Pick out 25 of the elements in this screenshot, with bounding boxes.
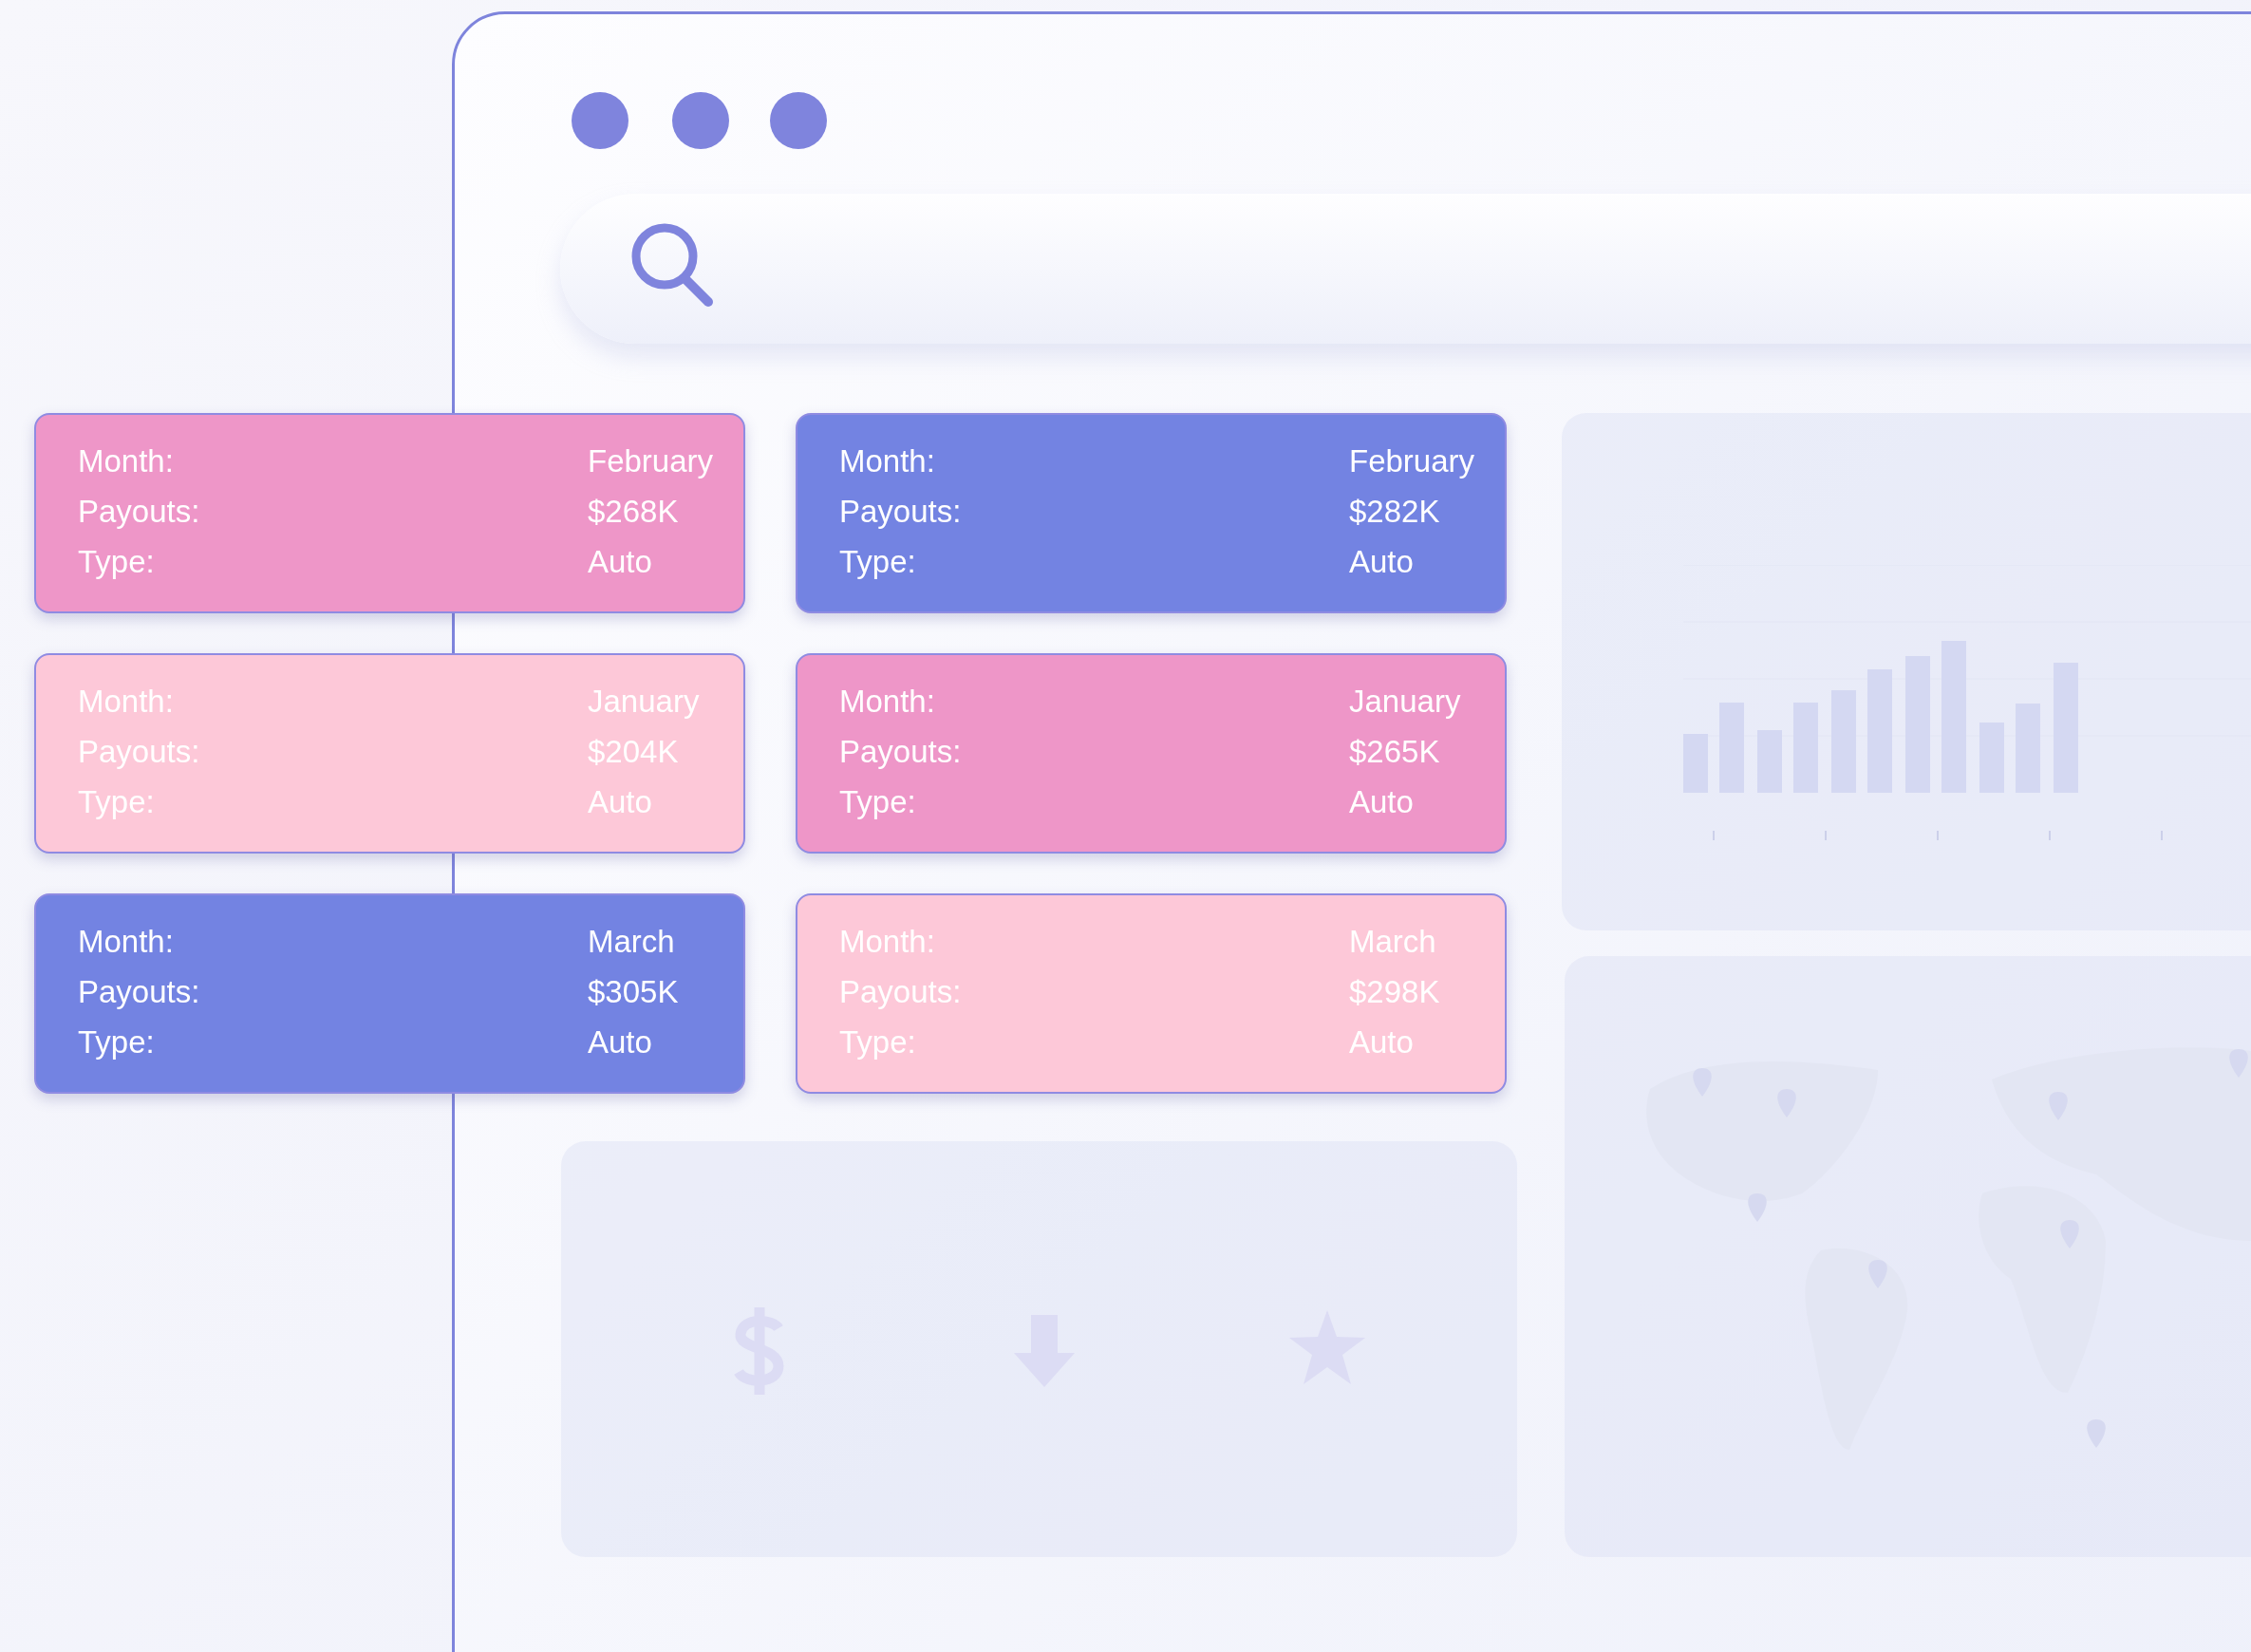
field-label: Payouts: [839, 493, 963, 530]
field-label: Month: [839, 442, 936, 479]
field-value: Auto [588, 1023, 653, 1061]
field-label: Payouts: [78, 493, 201, 530]
field-value: $265K [1349, 733, 1441, 770]
field-value: February [1349, 442, 1475, 479]
field-value: Auto [1349, 783, 1415, 820]
field-label: Type: [78, 543, 156, 580]
field-label: Month: [839, 683, 936, 720]
field-label: Type: [839, 783, 917, 820]
field-label: Payouts: [78, 973, 201, 1010]
field-value: Auto [1349, 543, 1415, 580]
field-label: Month: [78, 442, 175, 479]
field-label: Type: [839, 543, 917, 580]
field-value: Auto [588, 543, 653, 580]
field-value: January [1349, 683, 1462, 720]
field-value: $305K [588, 973, 680, 1010]
field-value: February [588, 442, 714, 479]
field-label: Payouts: [839, 733, 963, 770]
field-value: $268K [588, 493, 680, 530]
field-label: Month: [78, 923, 175, 960]
field-label: Type: [78, 1023, 156, 1061]
field-value: $282K [1349, 493, 1441, 530]
search-bar[interactable] [560, 194, 2251, 344]
field-value: March [588, 923, 676, 960]
